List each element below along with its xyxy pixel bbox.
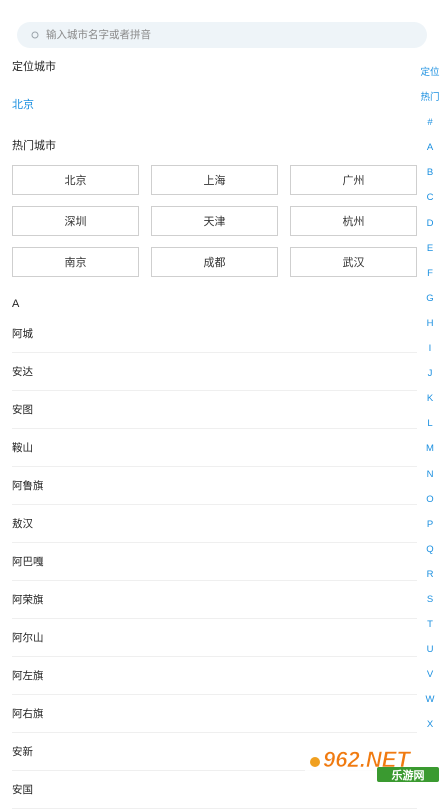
hot-city-button[interactable]: 武汉	[290, 247, 417, 277]
hot-city-button[interactable]: 天津	[151, 206, 278, 236]
index-item[interactable]: M	[426, 436, 434, 461]
index-item[interactable]: S	[427, 587, 433, 612]
index-item[interactable]: P	[427, 512, 433, 537]
hot-cities-title: 热门城市	[12, 140, 56, 152]
index-item[interactable]: D	[427, 211, 434, 236]
located-city[interactable]: 北京	[12, 96, 34, 112]
index-item[interactable]: E	[427, 236, 433, 261]
hot-city-button[interactable]: 南京	[12, 247, 139, 277]
index-item[interactable]: A	[427, 135, 433, 160]
index-item[interactable]: 热门	[420, 85, 439, 110]
index-item[interactable]: O	[426, 487, 433, 512]
hot-city-button[interactable]: 成都	[151, 247, 278, 277]
watermark-subtext: 乐游网	[392, 768, 425, 782]
index-item[interactable]: C	[427, 185, 434, 210]
city-list-item[interactable]: 阿尔山	[12, 619, 417, 657]
city-list-item[interactable]: 安图	[12, 391, 417, 429]
hot-city-button[interactable]: 杭州	[290, 206, 417, 236]
index-item[interactable]: R	[427, 562, 434, 587]
index-item[interactable]: B	[427, 160, 433, 185]
city-list-item[interactable]: 阿左旗	[12, 657, 417, 695]
location-title: 定位城市	[12, 61, 56, 73]
index-item[interactable]: #	[427, 110, 432, 135]
city-list-item[interactable]: 安达	[12, 353, 417, 391]
city-list-item[interactable]: 敖汉	[12, 505, 417, 543]
city-list: 阿城 安达 安图 鞍山 阿鲁旗 敖汉 阿巴嘎 阿荣旗 阿尔山 阿左旗 阿右旗 安…	[12, 315, 417, 809]
index-item[interactable]: I	[429, 336, 432, 361]
city-list-item[interactable]: 阿城	[12, 315, 417, 353]
alphabet-index-bar[interactable]: 定位 热门 # A B C D E F G H I J K L M N O P …	[416, 60, 444, 738]
index-item[interactable]: G	[426, 286, 433, 311]
index-item[interactable]: H	[427, 311, 434, 336]
hot-city-button[interactable]: 深圳	[12, 206, 139, 236]
search-icon	[31, 31, 40, 40]
index-item[interactable]: 定位	[420, 60, 439, 85]
index-item[interactable]: W	[426, 687, 435, 712]
section-letter-header: A	[12, 298, 20, 310]
index-item[interactable]: J	[428, 361, 433, 386]
index-item[interactable]: V	[427, 662, 433, 687]
city-list-item[interactable]: 鞍山	[12, 429, 417, 467]
index-item[interactable]: L	[427, 411, 432, 436]
hot-city-button[interactable]: 广州	[290, 165, 417, 195]
index-item[interactable]: T	[427, 612, 433, 637]
index-item[interactable]: U	[427, 637, 434, 662]
search-input[interactable]	[46, 29, 427, 41]
city-list-item[interactable]: 阿鲁旗	[12, 467, 417, 505]
search-bar[interactable]	[17, 22, 427, 48]
city-list-item[interactable]: 阿右旗	[12, 695, 417, 733]
city-list-item[interactable]: 阿巴嘎	[12, 543, 417, 581]
hot-cities-grid: 北京 上海 广州 深圳 天津 杭州 南京 成都 武汉	[12, 165, 417, 277]
index-item[interactable]: F	[427, 261, 433, 286]
index-item[interactable]: X	[427, 712, 433, 737]
hot-city-button[interactable]: 上海	[151, 165, 278, 195]
index-item[interactable]: K	[427, 386, 433, 411]
index-item[interactable]: Q	[426, 537, 433, 562]
hot-city-button[interactable]: 北京	[12, 165, 139, 195]
watermark-logo: 962.NET 乐游网	[305, 740, 441, 784]
city-list-item[interactable]: 阿荣旗	[12, 581, 417, 619]
index-item[interactable]: N	[427, 462, 434, 487]
